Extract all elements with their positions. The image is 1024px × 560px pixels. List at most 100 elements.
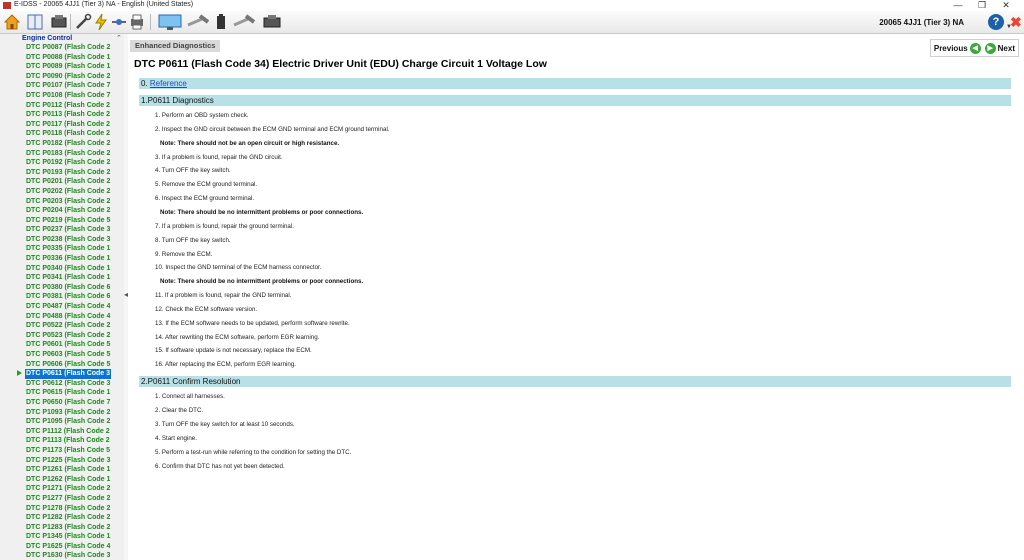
sidebar-item[interactable]: DTC P0381 (Flash Code 6 <box>0 292 124 302</box>
sidebar-item[interactable]: DTC P1173 (Flash Code 5 <box>0 446 124 456</box>
step-note: Note: There should not be an open circui… <box>160 139 340 147</box>
sidebar-item[interactable]: DTC P0202 (Flash Code 2 <box>0 187 124 197</box>
previous-arrow-icon[interactable]: ◀ <box>969 42 981 54</box>
sidebar-item[interactable]: DTC P0612 (Flash Code 3 <box>0 379 124 389</box>
sidebar-item[interactable]: DTC P1093 (Flash Code 2 <box>0 408 124 418</box>
diagnostic-step: 15. If software update is not necessary,… <box>155 347 312 355</box>
sidebar-item-label: DTC P0340 (Flash Code 1 <box>26 264 111 272</box>
exit-icon[interactable]: ✖ <box>1010 15 1022 29</box>
hammer-icon[interactable] <box>186 13 210 31</box>
sidebar-item[interactable]: DTC P0089 (Flash Code 1 <box>0 62 124 72</box>
confirm-step: 4. Start engine. <box>155 434 197 442</box>
probe-icon[interactable] <box>110 13 128 31</box>
monitor-icon[interactable] <box>158 13 182 31</box>
sidebar-item[interactable]: DTC P0204 (Flash Code 2 <box>0 206 124 216</box>
sidebar-item[interactable]: DTC P0335 (Flash Code 1 <box>0 244 124 254</box>
sidebar-item-label: DTC P0192 (Flash Code 2 <box>26 159 111 167</box>
sidebar-item-label: DTC P1278 (Flash Code 2 <box>26 504 111 512</box>
sidebar-item[interactable]: DTC P1112 (Flash Code 2 <box>0 427 124 437</box>
sidebar-item-label: DTC P1271 (Flash Code 2 <box>26 485 111 493</box>
sidebar-item[interactable]: DTC P0606 (Flash Code 5 <box>0 360 124 370</box>
sidebar-item[interactable]: DTC P1113 (Flash Code 2 <box>0 436 124 446</box>
sidebar-item[interactable]: DTC P1625 (Flash Code 4 <box>0 542 124 552</box>
battery-icon[interactable] <box>212 13 230 31</box>
engine-icon[interactable] <box>50 13 68 31</box>
app-icon <box>3 2 11 9</box>
sidebar-item[interactable]: DTC P0336 (Flash Code 1 <box>0 254 124 264</box>
minimize-button[interactable]: — <box>946 0 970 11</box>
sidebar-item-label: DTC P0089 (Flash Code 1 <box>26 63 111 71</box>
sidebar-item[interactable]: DTC P0487 (Flash Code 4 <box>0 302 124 312</box>
confirm-step: 5. Perform a test-run while referring to… <box>155 448 352 456</box>
home-icon[interactable] <box>3 13 21 31</box>
sidebar-item[interactable]: DTC P0603 (Flash Code 5 <box>0 350 124 360</box>
help-button[interactable]: ? <box>988 14 1004 30</box>
sidebar-item[interactable]: DTC P0238 (Flash Code 3 <box>0 235 124 245</box>
sidebar-item-label: DTC P1277 (Flash Code 2 <box>26 494 111 502</box>
sidebar-item[interactable]: DTC P1345 (Flash Code 1 <box>0 532 124 542</box>
sidebar-item[interactable]: DTC P1261 (Flash Code 1 <box>0 465 124 475</box>
sidebar-item[interactable]: DTC P0615 (Flash Code 1 <box>0 388 124 398</box>
sidebar-item[interactable]: DTC P0237 (Flash Code 3 <box>0 225 124 235</box>
sidebar-item[interactable]: DTC P0201 (Flash Code 2 <box>0 177 124 187</box>
printer-icon[interactable] <box>128 13 146 31</box>
previous-button[interactable]: Previous <box>934 44 968 53</box>
sidebar-item[interactable]: DTC P0107 (Flash Code 7 <box>0 81 124 91</box>
maximize-button[interactable]: ❐ <box>970 0 994 11</box>
sidebar-item[interactable]: DTC P1282 (Flash Code 2 <box>0 513 124 523</box>
sidebar-item[interactable]: DTC P1283 (Flash Code 2 <box>0 523 124 533</box>
vehicle-label: 20065 4JJ1 (Tier 3) NA <box>879 18 964 27</box>
sidebar-item[interactable]: DTC P0522 (Flash Code 2 <box>0 321 124 331</box>
sidebar-item[interactable]: DTC P1277 (Flash Code 2 <box>0 494 124 504</box>
breadcrumb[interactable]: Enhanced Diagnostics <box>130 40 221 52</box>
sidebar-item[interactable]: DTC P0117 (Flash Code 2 <box>0 120 124 130</box>
sidebar-item[interactable]: DTC P0118 (Flash Code 2 <box>0 129 124 139</box>
sidebar-item[interactable]: DTC P0113 (Flash Code 2 <box>0 110 124 120</box>
sidebar-item[interactable]: DTC P0611 (Flash Code 3 <box>0 369 124 379</box>
sidebar-item[interactable]: DTC P1271 (Flash Code 2 <box>0 484 124 494</box>
diagnostic-step: 11. If a problem is found, repair the GN… <box>155 292 292 300</box>
sidebar-item[interactable]: DTC P0341 (Flash Code 1 <box>0 273 124 283</box>
next-arrow-icon[interactable]: ▶ <box>984 42 996 54</box>
book-icon[interactable] <box>26 13 44 31</box>
flash-icon[interactable] <box>92 13 110 31</box>
close-window-button[interactable]: ✕ <box>994 0 1018 11</box>
selected-arrow-icon <box>17 370 22 377</box>
sidebar-item[interactable]: DTC P0192 (Flash Code 2 <box>0 158 124 168</box>
sidebar-item[interactable]: DTC P0183 (Flash Code 2 <box>0 149 124 159</box>
sidebar-item[interactable]: DTC P0182 (Flash Code 2 <box>0 139 124 149</box>
engine2-icon[interactable] <box>262 13 282 31</box>
sidebar-item[interactable]: DTC P0112 (Flash Code 2 <box>0 101 124 111</box>
sidebar-header: Engine Control <box>22 35 73 42</box>
sidebar-item[interactable]: DTC P1278 (Flash Code 2 <box>0 504 124 514</box>
sidebar-item[interactable]: DTC P0088 (Flash Code 1 <box>0 53 124 63</box>
sidebar-item[interactable]: DTC P0087 (Flash Code 2 <box>0 43 124 53</box>
sidebar-item[interactable]: DTC P1095 (Flash Code 2 <box>0 417 124 427</box>
content-pane: Enhanced Diagnostics Previous ◀ ▶ Next D… <box>128 34 1024 560</box>
sidebar-item[interactable]: DTC P0650 (Flash Code 7 <box>0 398 124 408</box>
sidebar-item[interactable]: DTC P1225 (Flash Code 3 <box>0 456 124 466</box>
sidebar-item[interactable]: DTC P0340 (Flash Code 1 <box>0 264 124 274</box>
tools-icon[interactable] <box>74 13 92 31</box>
sidebar-item-label: DTC P0118 (Flash Code 2 <box>26 130 111 138</box>
sidebar-item[interactable]: DTC P1630 (Flash Code 3 <box>0 551 124 560</box>
sidebar-item[interactable]: DTC P0488 (Flash Code 4 <box>0 312 124 322</box>
sidebar-item[interactable]: DTC P0601 (Flash Code 5 <box>0 340 124 350</box>
sidebar-item-label: DTC P0335 (Flash Code 1 <box>26 245 111 253</box>
reference-link[interactable]: Reference <box>150 79 187 88</box>
sidebar-item[interactable]: DTC P0380 (Flash Code 6 <box>0 283 124 293</box>
next-button[interactable]: Next <box>998 44 1015 53</box>
sidebar-item[interactable]: DTC P0219 (Flash Code 5 <box>0 216 124 226</box>
sidebar-item-label: DTC P0611 (Flash Code 3 <box>25 369 112 379</box>
diagnostic-step: 6. Inspect the ECM ground terminal. <box>155 195 255 203</box>
wrench-icon[interactable] <box>232 13 256 31</box>
scroll-up-icon[interactable]: ⌃ <box>116 34 122 42</box>
sidebar-item[interactable]: DTC P0108 (Flash Code 7 <box>0 91 124 101</box>
sidebar-item[interactable]: DTC P0090 (Flash Code 2 <box>0 72 124 82</box>
diagnostic-step: 14. After rewriting the ECM software, pe… <box>155 333 320 341</box>
sidebar-item[interactable]: DTC P0193 (Flash Code 2 <box>0 168 124 178</box>
sidebar-item[interactable]: DTC P1262 (Flash Code 1 <box>0 475 124 485</box>
sidebar-item[interactable]: DTC P0203 (Flash Code 2 <box>0 197 124 207</box>
sidebar-item[interactable]: DTC P0523 (Flash Code 2 <box>0 331 124 341</box>
sidebar-item-label: DTC P0182 (Flash Code 2 <box>26 139 111 147</box>
